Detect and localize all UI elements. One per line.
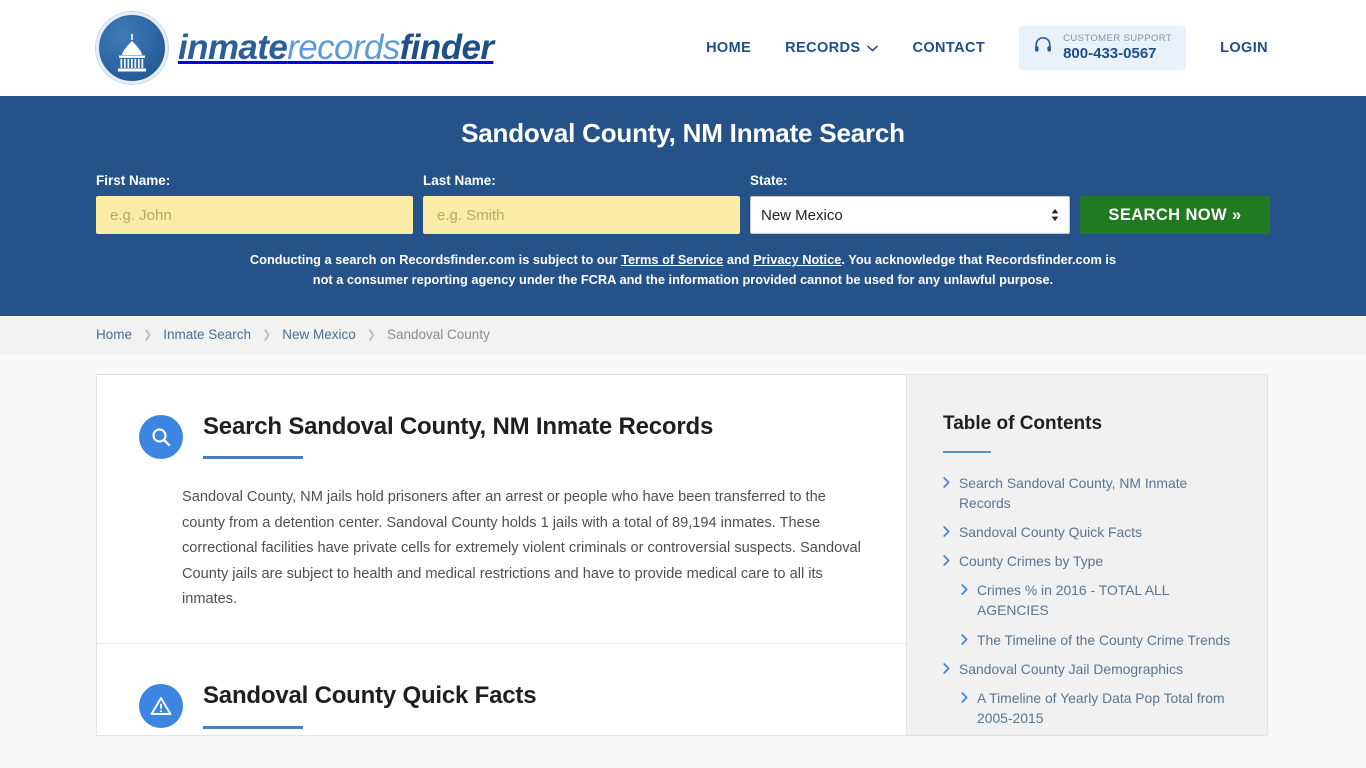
chevron-right-icon bbox=[961, 633, 968, 645]
site-logo[interactable]: inmaterecordsfinder bbox=[96, 12, 494, 84]
section-title: Search Sandoval County, NM Inmate Record… bbox=[203, 412, 714, 440]
chevron-down-icon bbox=[867, 40, 879, 56]
support-phone: 800-433-0567 bbox=[1063, 44, 1157, 62]
last-name-field-group: Last Name: bbox=[423, 173, 740, 234]
chevron-right-icon bbox=[943, 555, 950, 566]
table-of-contents-sidebar: Table of Contents Search Sandoval County… bbox=[907, 374, 1267, 735]
toc-link[interactable]: A Timeline of Yearly Data Pop Total from… bbox=[977, 688, 1237, 728]
headset-icon bbox=[1033, 35, 1053, 60]
logo-text-finder: finder bbox=[399, 28, 494, 67]
breadcrumb-item-home[interactable]: Home bbox=[96, 327, 132, 342]
terms-of-service-link[interactable]: Terms of Service bbox=[621, 252, 723, 267]
first-name-field-group: First Name: bbox=[96, 173, 413, 234]
logo-text-records: records bbox=[287, 28, 400, 67]
section-quick-facts: Sandoval County Quick Facts bbox=[97, 642, 906, 759]
state-label: State: bbox=[750, 173, 788, 188]
customer-support-box[interactable]: CUSTOMER SUPPORT 800-433-0567 bbox=[1019, 25, 1187, 71]
site-header: inmaterecordsfinder HOME RECORDS CONTACT bbox=[0, 0, 1366, 96]
inmate-search-form: First Name: Last Name: State: New Mexico bbox=[96, 173, 1270, 234]
chevron-right-icon bbox=[961, 692, 968, 703]
toc-title: Table of Contents bbox=[943, 412, 1103, 434]
breadcrumb-item-sandoval-county: Sandoval County bbox=[387, 326, 490, 342]
chevron-right-icon: ❯ bbox=[262, 328, 272, 341]
privacy-notice-link[interactable]: Privacy Notice bbox=[753, 252, 841, 267]
chevron-right-icon bbox=[943, 662, 950, 674]
toc-item-yearly-pop-total[interactable]: A Timeline of Yearly Data Pop Total from… bbox=[961, 688, 1237, 728]
support-label: CUSTOMER SUPPORT bbox=[1063, 32, 1173, 44]
toc-item-search-records[interactable]: Search Sandoval County, NM Inmate Record… bbox=[943, 473, 1237, 513]
toc-item-county-crimes-by-type[interactable]: County Crimes by Type bbox=[943, 551, 1237, 571]
disclaimer-part-2: and bbox=[723, 252, 754, 267]
section-body-text: Sandoval County, NM jails hold prisoners… bbox=[182, 489, 861, 608]
chevron-right-icon bbox=[943, 526, 950, 537]
chevron-right-icon: ❯ bbox=[143, 328, 153, 341]
nav-item-home[interactable]: HOME bbox=[706, 40, 751, 56]
nav-item-contact-label: CONTACT bbox=[912, 39, 986, 56]
nav-item-records-label: RECORDS bbox=[785, 39, 861, 56]
nav-item-login[interactable]: LOGIN bbox=[1220, 40, 1268, 56]
toc-link[interactable]: Search Sandoval County, NM Inmate Record… bbox=[959, 473, 1237, 513]
breadcrumb-strip: Home ❯ Inmate Search ❯ New Mexico ❯ Sand… bbox=[0, 315, 1366, 354]
chevron-right-icon: ❯ bbox=[366, 328, 376, 341]
toc-item-jail-demographics[interactable]: Sandoval County Jail Demographics bbox=[943, 659, 1237, 679]
toc-item-quick-facts[interactable]: Sandoval County Quick Facts bbox=[943, 522, 1237, 542]
toc-link[interactable]: Sandoval County Quick Facts bbox=[959, 522, 1142, 542]
first-name-input[interactable] bbox=[96, 196, 413, 234]
title-underline bbox=[203, 456, 303, 460]
toc-item-crimes-percent-2016[interactable]: Crimes % in 2016 - TOTAL ALL AGENCIES bbox=[961, 580, 1237, 620]
search-disclaimer: Conducting a search on Recordsfinder.com… bbox=[248, 250, 1118, 290]
main-navigation: HOME RECORDS CONTACT CUSTOMER SUPPORT 80… bbox=[706, 25, 1268, 71]
toc-title-underline bbox=[943, 450, 991, 453]
section-title: Sandoval County Quick Facts bbox=[203, 681, 537, 709]
nav-item-contact[interactable]: CONTACT bbox=[912, 40, 985, 56]
logo-wordmark: inmaterecordsfinder bbox=[178, 28, 494, 68]
nav-item-login-label: LOGIN bbox=[1220, 39, 1268, 56]
disclaimer-part-1: Conducting a search on Recordsfinder.com… bbox=[249, 252, 622, 267]
main-content-column: Search Sandoval County, NM Inmate Record… bbox=[97, 374, 907, 735]
section-search-records: Search Sandoval County, NM Inmate Record… bbox=[97, 375, 906, 643]
breadcrumb: Home ❯ Inmate Search ❯ New Mexico ❯ Sand… bbox=[96, 327, 490, 342]
last-name-input[interactable] bbox=[423, 196, 740, 234]
first-name-label: First Name: bbox=[96, 173, 171, 188]
title-underline bbox=[203, 725, 303, 729]
warning-triangle-icon bbox=[139, 683, 183, 728]
state-field-group: State: New Mexico bbox=[750, 173, 1070, 234]
logo-text-inmate: inmate bbox=[178, 28, 288, 67]
breadcrumb-item-new-mexico[interactable]: New Mexico bbox=[282, 327, 356, 342]
capitol-dome-icon bbox=[96, 12, 168, 84]
toc-list: Search Sandoval County, NM Inmate Record… bbox=[943, 473, 1237, 729]
breadcrumb-item-inmate-search[interactable]: Inmate Search bbox=[163, 327, 251, 342]
toc-link[interactable]: Crimes % in 2016 - TOTAL ALL AGENCIES bbox=[977, 580, 1237, 620]
chevron-right-icon bbox=[943, 476, 950, 488]
nav-item-home-label: HOME bbox=[706, 39, 752, 56]
toc-link[interactable]: County Crimes by Type bbox=[959, 551, 1103, 571]
state-select[interactable]: New Mexico bbox=[750, 196, 1070, 234]
toc-link[interactable]: Sandoval County Jail Demographics bbox=[959, 659, 1183, 679]
content-area: Search Sandoval County, NM Inmate Record… bbox=[0, 354, 1366, 736]
chevron-right-icon bbox=[961, 584, 968, 596]
toc-item-crime-trends-timeline[interactable]: The Timeline of the County Crime Trends bbox=[961, 630, 1237, 650]
content-panel: Search Sandoval County, NM Inmate Record… bbox=[96, 373, 1268, 736]
page-title: Sandoval County, NM Inmate Search bbox=[461, 118, 905, 148]
search-now-button[interactable]: SEARCH NOW » bbox=[1080, 196, 1270, 234]
nav-item-records[interactable]: RECORDS bbox=[785, 39, 879, 56]
hero-search-section: Sandoval County, NM Inmate Search First … bbox=[0, 96, 1366, 316]
toc-link[interactable]: The Timeline of the County Crime Trends bbox=[977, 630, 1230, 650]
last-name-label: Last Name: bbox=[423, 173, 496, 188]
magnifier-icon bbox=[139, 414, 183, 459]
